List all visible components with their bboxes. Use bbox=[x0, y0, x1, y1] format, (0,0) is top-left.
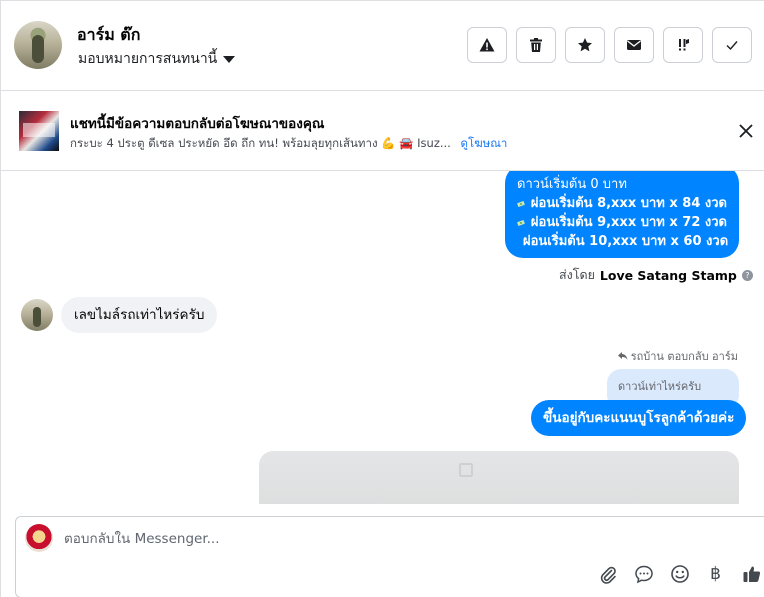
envelope-icon bbox=[627, 40, 641, 50]
image-attachment[interactable] bbox=[259, 451, 739, 504]
ad-thumbnail[interactable] bbox=[19, 111, 59, 151]
info-icon[interactable]: ? bbox=[741, 269, 753, 281]
reply-indicator: รถบ้าน ตอบกลับ อาร์ม bbox=[617, 347, 738, 365]
trash-icon bbox=[530, 38, 542, 52]
sent-by-label: ส่งโดย Love Satang Stamp ? bbox=[559, 265, 753, 285]
message-text: ผ่อนเริ่มต้น 10,xxx บาท x 60 งวด bbox=[523, 234, 729, 249]
like-button[interactable] bbox=[741, 563, 762, 584]
reply-note-text: รถบ้าน ตอบกลับ อาร์ม bbox=[630, 350, 738, 363]
mark-spam-button[interactable] bbox=[467, 27, 507, 63]
paperclip-icon bbox=[600, 566, 616, 584]
check-icon bbox=[726, 41, 738, 51]
composer-actions: ฿ bbox=[597, 563, 762, 584]
ad-banner-subtitle: กระบะ 4 ประตู ดีเซล ประหยัด อึด ถึก ทน! … bbox=[70, 135, 507, 153]
contact-name[interactable]: อาร์ม ต๊ก bbox=[77, 23, 140, 48]
chat-bubble-icon bbox=[634, 565, 653, 583]
contact-avatar-small[interactable] bbox=[21, 299, 53, 331]
conversation-header: อาร์ม ต๊ก มอบหมายการสนทนานี้ bbox=[1, 1, 764, 91]
close-icon[interactable] bbox=[737, 122, 755, 140]
message-line: ผ่อนเริ่มต้น 10,xxx บาท x 60 งวด bbox=[517, 232, 729, 251]
ad-description: กระบะ 4 ประตู ดีเซล ประหยัด อึด ถึก ทน! … bbox=[70, 136, 451, 150]
sender-name: Love Satang Stamp bbox=[599, 267, 737, 283]
reply-arrow-icon bbox=[617, 352, 628, 360]
saved-replies-button[interactable] bbox=[633, 563, 654, 584]
message-text: ผ่อนเริ่มต้น 8,xxx บาท x 84 งวด bbox=[530, 196, 727, 211]
reply-input[interactable] bbox=[64, 531, 664, 547]
ad-reply-banner: แชทนี้มีข้อความตอบกลับต่อโฆษณาของคุณ กระ… bbox=[1, 91, 764, 171]
mark-unread-button[interactable] bbox=[614, 27, 654, 63]
follow-up-button[interactable] bbox=[663, 27, 703, 63]
alert-icon bbox=[479, 38, 495, 52]
page-avatar bbox=[25, 524, 53, 552]
money-icon bbox=[517, 200, 525, 207]
money-icon bbox=[517, 219, 525, 226]
emoji-button[interactable] bbox=[669, 563, 690, 584]
star-button[interactable] bbox=[565, 27, 605, 63]
message-thread[interactable]: ดาวน์เริ่มต้น 0 บาท ผ่อนเริ่มต้น 8,xxx บ… bbox=[1, 171, 764, 504]
mark-done-button[interactable] bbox=[712, 27, 752, 63]
attach-button[interactable] bbox=[597, 563, 618, 584]
ad-banner-title: แชทนี้มีข้อความตอบกลับต่อโฆษณาของคุณ bbox=[70, 116, 325, 132]
view-ad-link[interactable]: ดูโฆษณา bbox=[461, 136, 508, 150]
caret-down-icon bbox=[223, 55, 236, 63]
assign-conversation-dropdown[interactable]: มอบหมายการสนทนานี้ bbox=[78, 48, 236, 70]
conversation-toolbar bbox=[467, 27, 752, 63]
message-line: ผ่อนเริ่มต้น 8,xxx บาท x 84 งวด bbox=[517, 194, 727, 213]
sent-by-prefix: ส่งโดย bbox=[559, 267, 595, 282]
message-line: ผ่อนเริ่มต้น 9,xxx บาท x 72 งวด bbox=[517, 213, 727, 232]
outgoing-message-bubble[interactable]: ขึ้นอยู่กับคะแนนบูโรลูกค้าด้วยค่ะ bbox=[531, 400, 747, 436]
follow-up-icon bbox=[679, 39, 689, 51]
baht-icon: ฿ bbox=[710, 563, 721, 584]
incoming-message-bubble[interactable]: เลขไมล์รถเท่าไหร่ครับ bbox=[61, 297, 218, 333]
contact-avatar[interactable] bbox=[14, 21, 62, 69]
message-text: ผ่อนเริ่มต้น 9,xxx บาท x 72 งวด bbox=[530, 215, 727, 230]
emoji-icon bbox=[670, 564, 689, 583]
thumbs-up-icon bbox=[743, 566, 760, 582]
star-icon bbox=[578, 38, 592, 52]
message-composer: ฿ bbox=[15, 516, 764, 597]
delete-button[interactable] bbox=[516, 27, 556, 63]
assign-label: มอบหมายการสนทนานี้ bbox=[78, 51, 218, 67]
inbox-conversation-panel: อาร์ม ต๊ก มอบหมายการสนทนานี้ แชทนี้มีข้อ… bbox=[0, 0, 764, 597]
outgoing-message-bubble[interactable]: ดาวน์เริ่มต้น 0 บาท ผ่อนเริ่มต้น 8,xxx บ… bbox=[505, 171, 739, 258]
payment-button[interactable]: ฿ bbox=[705, 563, 726, 584]
message-text: ดาวน์เริ่มต้น 0 บาท bbox=[517, 177, 627, 192]
message-line: ดาวน์เริ่มต้น 0 บาท bbox=[517, 175, 727, 194]
